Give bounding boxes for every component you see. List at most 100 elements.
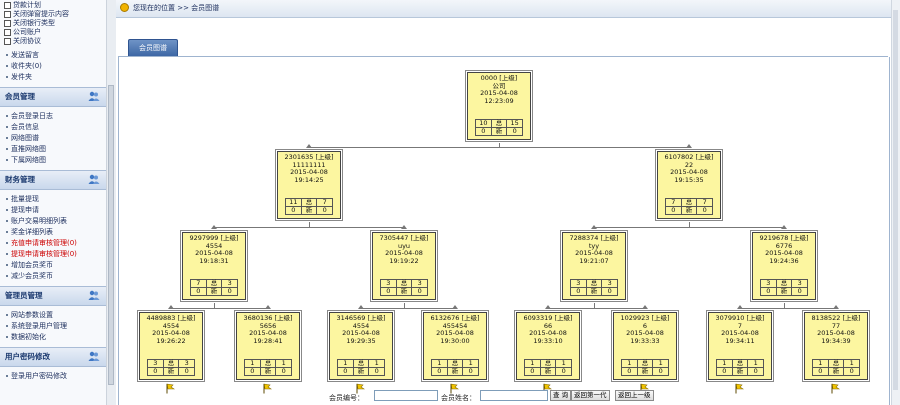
stats-left: 0 bbox=[760, 287, 777, 296]
sidebar-item[interactable]: 直推网络图 bbox=[6, 144, 102, 155]
member-node[interactable]: 7288374 [上级] tyy 2015-04-08 19:21:07 3 总 3 0 新 0 bbox=[560, 230, 628, 302]
sidebar-item[interactable]: 网站参数设置 bbox=[6, 310, 102, 321]
sidebar-section-header[interactable]: 会员管理 bbox=[0, 87, 106, 107]
stats-label: 新 bbox=[352, 367, 370, 376]
bullet-icon bbox=[6, 126, 8, 128]
member-node[interactable]: 9297999 [上级] 4554 2015-04-08 19:18:31 7 总 3 0 新 0 bbox=[180, 230, 248, 302]
member-node[interactable]: 7305447 [上级] uyu 2015-04-08 19:19:22 3 总 3 0 新 0 bbox=[370, 230, 438, 302]
sidebar-item[interactable]: 会员信息 bbox=[6, 122, 102, 133]
member-no-input[interactable] bbox=[374, 390, 438, 401]
setting-check-item[interactable]: 关闭弹窗提示内容 bbox=[4, 10, 102, 19]
sidebar-section-title: 会员管理 bbox=[5, 92, 35, 101]
member-name: 7 bbox=[737, 322, 743, 330]
checkbox-icon[interactable] bbox=[4, 37, 11, 45]
checkbox-icon[interactable] bbox=[4, 10, 11, 18]
search-bar: 会员编号： 会员姓名： 查 询 返回第一代 返回上一级 bbox=[116, 390, 900, 405]
member-stats-table: 3总30新0 bbox=[760, 279, 808, 296]
tree-connector bbox=[361, 308, 456, 309]
member-time: 19:21:07 bbox=[579, 257, 609, 265]
sidebar-section-title: 用户密码修改 bbox=[5, 352, 50, 361]
back-first-button[interactable]: 返回第一代 bbox=[571, 390, 610, 401]
main-scroll-thumb[interactable] bbox=[893, 10, 898, 390]
member-id: 7305447 [上级] bbox=[379, 235, 429, 242]
member-name-input[interactable] bbox=[480, 390, 548, 401]
tree-connector bbox=[548, 308, 646, 309]
member-node[interactable]: 3079910 [上级] 7 2015-04-08 19:34:11 1 总 1 0 新 0 bbox=[706, 310, 774, 382]
sidebar-item-label: 奖金详细列表 bbox=[11, 228, 53, 236]
member-node[interactable]: 8138522 [上级] 77 2015-04-08 19:34:39 1 总 1 0 新 0 bbox=[802, 310, 870, 382]
stats-label: 新 bbox=[162, 367, 180, 376]
member-date: 2015-04-08 bbox=[765, 250, 803, 257]
sidebar-item[interactable]: 提现申请 bbox=[6, 205, 102, 216]
member-node[interactable]: 9219678 [上级] 6776 2015-04-08 19:24:36 3 总 3 0 新 0 bbox=[750, 230, 818, 302]
arrow-up-icon bbox=[642, 305, 648, 309]
member-node[interactable]: 3146569 [上级] 4554 2015-04-08 19:29:35 1 总 1 0 新 0 bbox=[327, 310, 395, 382]
member-time: 19:24:36 bbox=[769, 257, 799, 265]
member-node[interactable]: 6093319 [上级] 66 2015-04-08 19:33:10 1 总 1 0 新 0 bbox=[514, 310, 582, 382]
sidebar-item[interactable]: 批量提现 bbox=[6, 194, 102, 205]
sidebar-item[interactable]: 下属网络图 bbox=[6, 155, 102, 166]
setting-check-item[interactable]: 关闭银行类型 bbox=[4, 19, 102, 28]
member-node[interactable]: 6107802 [上级] 22 2015-04-08 19:15:35 7 总 7 0 新 0 bbox=[655, 149, 723, 221]
member-stats-table: 3总30新0 bbox=[380, 279, 428, 296]
sidebar-item[interactable]: 充值申请审核管理(0) bbox=[6, 238, 102, 249]
sidebar-message-link[interactable]: 发送留言 bbox=[6, 50, 102, 61]
sidebar-item[interactable]: 网络图谱 bbox=[6, 133, 102, 144]
sidebar-item[interactable]: 账户交易明细列表 bbox=[6, 216, 102, 227]
sidebar-section-items: 会员登录日志 会员信息 网络图谱 直推网络图 下属网络图 bbox=[0, 107, 106, 166]
stats-right: 0 bbox=[652, 367, 669, 376]
sidebar-message-link[interactable]: 发件夹 bbox=[6, 72, 102, 83]
member-node[interactable]: 6132676 [上级] 455454 2015-04-08 19:30:00 1 总 1 0… bbox=[421, 310, 489, 382]
sidebar-item-label: 减少会员奖币 bbox=[11, 272, 53, 280]
member-stats-table: 1总10新0 bbox=[621, 359, 669, 376]
sidebar-item[interactable]: 系统登录用户管理 bbox=[6, 321, 102, 332]
member-time: 19:29:35 bbox=[346, 337, 376, 345]
sidebar-item[interactable]: 数据初始化 bbox=[6, 332, 102, 343]
arrow-up-icon bbox=[591, 225, 597, 229]
stats-right: 0 bbox=[178, 367, 195, 376]
member-id: 1029923 [上级] bbox=[620, 315, 670, 322]
member-node[interactable]: 0000 [上级] 公司 2015-04-08 12:23:09 10 总 15 0 新 0 bbox=[465, 70, 533, 142]
sidebar-section-title: 财务管理 bbox=[5, 175, 35, 184]
sidebar-item[interactable]: 提现申请审核管理(0) bbox=[6, 249, 102, 260]
arrow-up-icon bbox=[211, 225, 217, 229]
sidebar-message-link[interactable]: 收件夹(0) bbox=[6, 61, 102, 72]
member-node[interactable]: 4489883 [上级] 4554 2015-04-08 19:26:22 3 总 3 0 新 0 bbox=[137, 310, 205, 382]
setting-check-item[interactable]: 公司账户 bbox=[4, 28, 102, 37]
member-node[interactable]: 2301635 [上级] 11111111 2015-04-08 19:14:25 11… bbox=[275, 149, 343, 221]
sidebar-scroll-thumb[interactable] bbox=[108, 85, 114, 385]
back-prev-button[interactable]: 返回上一级 bbox=[615, 390, 654, 401]
query-button[interactable]: 查 询 bbox=[550, 390, 572, 401]
member-stats-table: 7总70新0 bbox=[665, 198, 713, 215]
arrow-up-icon bbox=[306, 144, 312, 148]
main-scrollbar[interactable] bbox=[891, 0, 900, 405]
sidebar-item[interactable]: 增加会员奖币 bbox=[6, 260, 102, 271]
member-node[interactable]: 3680136 [上级] 5656 2015-04-08 19:28:41 1 总 1 0 新 0 bbox=[234, 310, 302, 382]
sidebar-section-header[interactable]: 财务管理 bbox=[0, 170, 106, 190]
checkbox-icon[interactable] bbox=[4, 28, 11, 36]
setting-check-item[interactable]: 关闭协议 bbox=[4, 37, 102, 46]
stats-label: 新 bbox=[446, 367, 464, 376]
stats-new-row: 0新0 bbox=[716, 367, 764, 376]
sidebar-item[interactable]: 会员登录日志 bbox=[6, 111, 102, 122]
sidebar-item[interactable]: 登录用户密码修改 bbox=[6, 371, 102, 382]
bullet-icon bbox=[6, 137, 8, 139]
member-date: 2015-04-08 bbox=[152, 330, 190, 337]
sidebar-item-label: 数据初始化 bbox=[11, 333, 46, 341]
sidebar-section-header[interactable]: 管理员管理 bbox=[0, 286, 106, 306]
sidebar-item[interactable]: 奖金详细列表 bbox=[6, 227, 102, 238]
member-time: 19:34:11 bbox=[725, 337, 755, 345]
stats-left: 0 bbox=[665, 206, 682, 215]
stats-label: 新 bbox=[636, 367, 654, 376]
stats-right: 0 bbox=[791, 287, 808, 296]
member-stats-table: 3总30新0 bbox=[570, 279, 618, 296]
member-node[interactable]: 1029923 [上级] 6 2015-04-08 19:33:33 1 总 1 0 新 0 bbox=[611, 310, 679, 382]
stats-new-row: 0新0 bbox=[665, 206, 713, 215]
sidebar-section-header[interactable]: 用户密码修改 bbox=[0, 347, 106, 367]
sidebar-scrollbar[interactable] bbox=[106, 0, 116, 405]
stats-left: 0 bbox=[337, 367, 354, 376]
setting-check-item[interactable]: 贷款计划 bbox=[4, 1, 102, 10]
checkbox-icon[interactable] bbox=[4, 1, 11, 9]
checkbox-icon[interactable] bbox=[4, 19, 11, 27]
sidebar-item[interactable]: 减少会员奖币 bbox=[6, 271, 102, 282]
